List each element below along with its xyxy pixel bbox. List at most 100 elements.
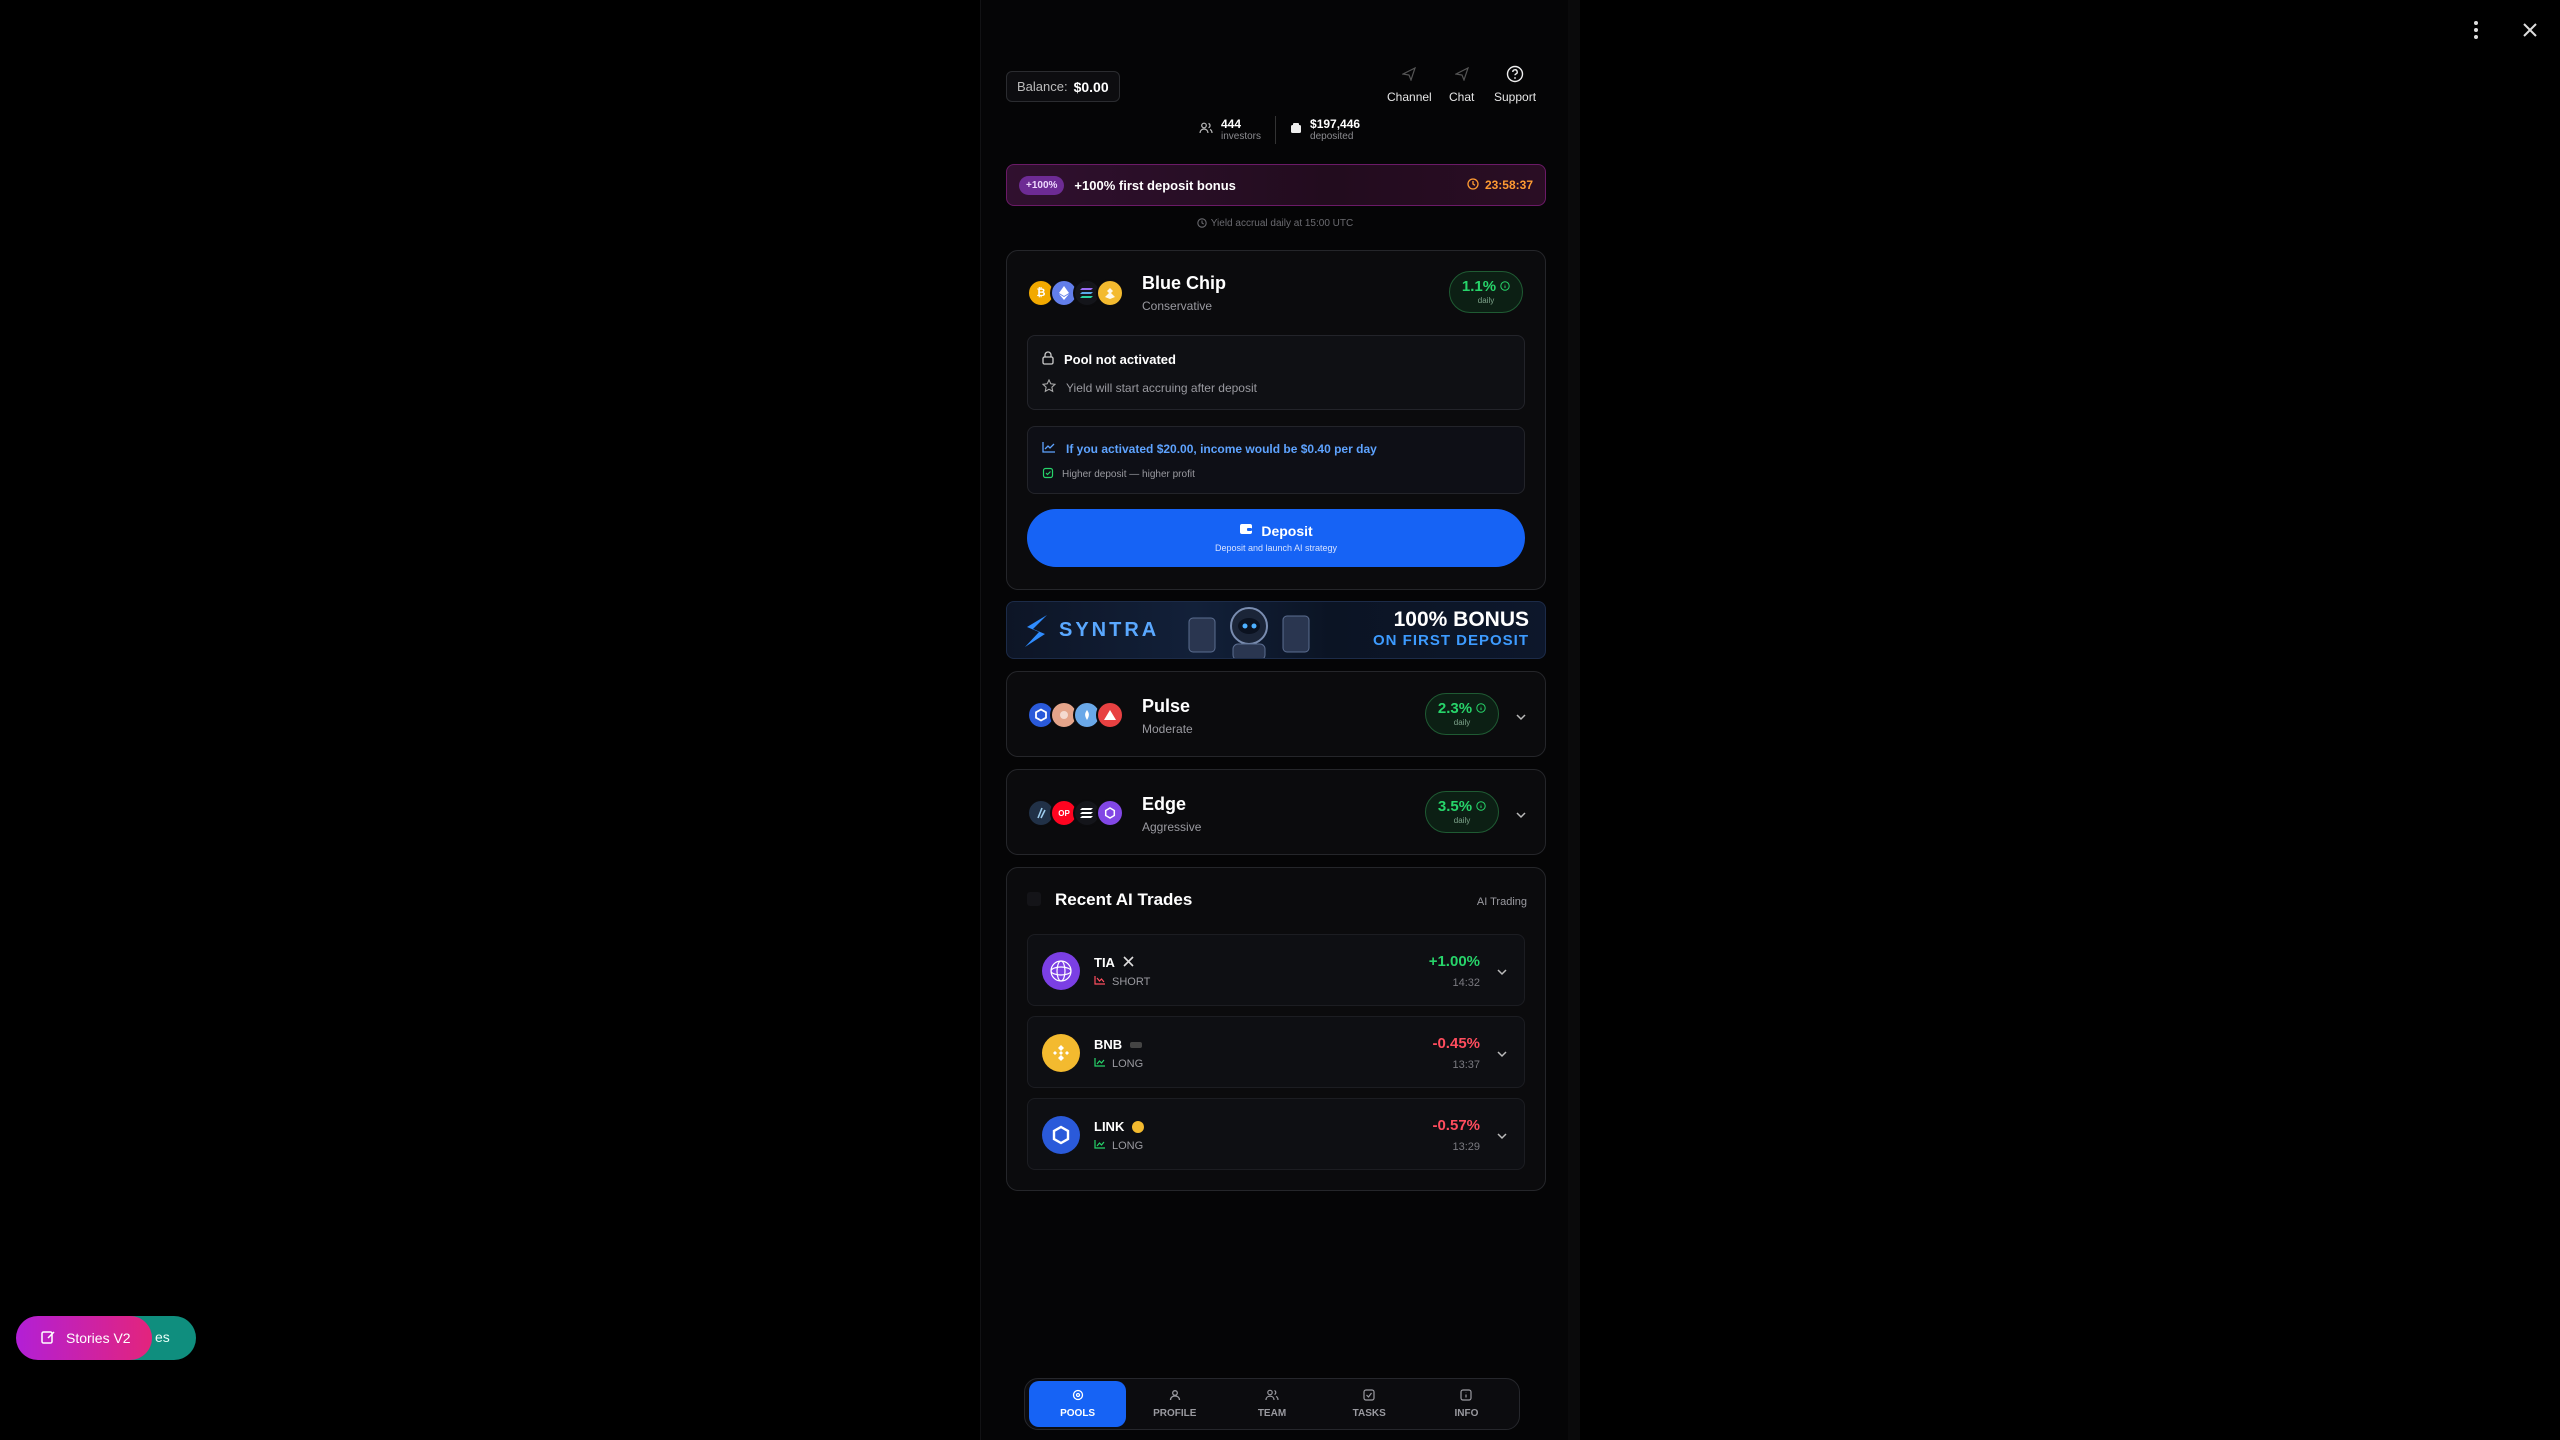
bonus-text: +100% first deposit bonus xyxy=(1074,177,1236,193)
stories-v2-label: Stories V2 xyxy=(66,1330,131,1346)
balance-label: Balance: xyxy=(1017,79,1068,94)
trade-time: 13:29 xyxy=(1452,1141,1480,1153)
chevron-down-icon[interactable] xyxy=(1515,708,1527,726)
trending-up-icon xyxy=(1094,1057,1106,1070)
projection-row: If you activated $20.00, income would be… xyxy=(1042,441,1377,456)
stats-divider xyxy=(1275,116,1277,144)
trending-up-icon xyxy=(1042,441,1056,456)
pool-risk: Conservative xyxy=(1142,299,1213,313)
chevron-down-icon[interactable] xyxy=(1515,806,1527,824)
tab-pools-label: POOLS xyxy=(1060,1408,1096,1419)
income-projection-box: If you activated $20.00, income would be… xyxy=(1027,426,1525,494)
pool-risk: Moderate xyxy=(1142,722,1193,736)
trade-side: LONG xyxy=(1112,1139,1144,1152)
trade-pnl: -0.57% xyxy=(1432,1117,1480,1134)
trade-side: LONG xyxy=(1112,1057,1144,1070)
pool-name: Pulse xyxy=(1142,696,1191,716)
tab-team[interactable]: TEAM xyxy=(1223,1381,1320,1427)
tab-profile[interactable]: PROFILE xyxy=(1126,1381,1223,1427)
pool-status-box: Pool not activated Yield will start accr… xyxy=(1027,335,1525,410)
tab-team-label: TEAM xyxy=(1257,1408,1287,1419)
pool-card-edge[interactable]: OP Edge Aggressive 3.5% daily xyxy=(1006,769,1546,855)
investors-label: investors xyxy=(1221,131,1262,142)
tab-tasks-label: TASKS xyxy=(1352,1408,1386,1419)
projection-text: If you activated $20.00, income would be… xyxy=(1066,441,1377,456)
pool-risk: Aggressive xyxy=(1142,820,1202,834)
pool-card-pulse[interactable]: Pulse Moderate 2.3% daily xyxy=(1006,671,1546,757)
pool-name: Blue Chip xyxy=(1142,273,1226,293)
matic-coin-icon xyxy=(1096,799,1124,827)
wallet-icon xyxy=(1290,121,1302,139)
nav-support[interactable]: Support xyxy=(1494,64,1536,104)
trade-time: 14:32 xyxy=(1452,977,1480,989)
chevron-down-icon[interactable] xyxy=(1496,963,1508,981)
x-exchange-icon xyxy=(1123,955,1134,970)
close-icon[interactable] xyxy=(2516,16,2544,44)
trending-down-icon xyxy=(1094,975,1106,988)
clock-icon xyxy=(1197,218,1207,231)
trade-row[interactable]: BNB LONG -0.45% 13:37 xyxy=(1027,1016,1525,1088)
trade-pnl: -0.45% xyxy=(1432,1035,1480,1052)
stories-back-label: es xyxy=(155,1329,170,1345)
nav-chat-label: Chat xyxy=(1449,90,1475,104)
promo-text-block: 100% BONUS ON FIRST DEPOSIT xyxy=(1373,608,1529,649)
app-scroll-rail[interactable] xyxy=(1568,0,1580,1440)
trade-row[interactable]: LINK LONG -0.57% 13:29 xyxy=(1027,1098,1525,1170)
pool-status-sub-row: Yield will start accruing after deposit xyxy=(1041,378,1257,396)
users-icon xyxy=(1265,1389,1279,1404)
promo-headline: 100% BONUS xyxy=(1393,608,1529,631)
projection-sub-row: Higher deposit — higher profit xyxy=(1042,467,1195,482)
pool-card-blue-chip: ₿ Blue Chip Conservative 1.1% daily Pool… xyxy=(1006,250,1546,590)
pool-rate-unit: daily xyxy=(1453,718,1471,727)
investors-value: 444 xyxy=(1221,117,1242,131)
pool-status-title-row: Pool not activated xyxy=(1042,351,1176,368)
balance-value: $0.00 xyxy=(1073,78,1109,95)
chevron-down-icon[interactable] xyxy=(1496,1045,1508,1063)
deposit-sub: Deposit and launch AI strategy xyxy=(1214,543,1338,553)
nav-chat[interactable]: Chat xyxy=(1449,64,1474,104)
activity-icon xyxy=(1027,892,1041,906)
tab-tasks[interactable]: TASKS xyxy=(1321,1381,1418,1427)
tab-info[interactable]: INFO xyxy=(1418,1381,1515,1427)
pool-coin-stack: OP xyxy=(1027,799,1124,827)
bnb-coin-icon xyxy=(1096,279,1124,307)
first-deposit-bonus-bar[interactable]: +100% +100% first deposit bonus 23:58:37 xyxy=(1006,164,1546,206)
pool-rate-value: 1.1% xyxy=(1461,278,1497,295)
pool-rate-badge[interactable]: 3.5% daily xyxy=(1425,791,1499,833)
trade-side: SHORT xyxy=(1112,975,1151,988)
stories-v2-button[interactable]: Stories V2 xyxy=(16,1316,152,1360)
projection-sub: Higher deposit — higher profit xyxy=(1062,469,1195,480)
checklist-icon xyxy=(1363,1389,1375,1404)
tab-pools[interactable]: POOLS xyxy=(1029,1381,1127,1427)
pool-rate-unit: daily xyxy=(1477,296,1495,305)
wallet-icon xyxy=(1239,522,1253,539)
syntra-brand: SYNTRA xyxy=(1059,619,1160,641)
pool-rate-badge[interactable]: 2.3% daily xyxy=(1425,693,1499,735)
pool-coin-stack xyxy=(1027,701,1124,729)
pool-status-title: Pool not activated xyxy=(1064,352,1176,367)
nav-support-label: Support xyxy=(1494,90,1537,104)
send-icon xyxy=(1452,64,1472,84)
bonus-timer: 23:58:37 xyxy=(1467,177,1533,193)
balance-chip[interactable]: Balance: $0.00 xyxy=(1006,71,1120,102)
trade-symbol: BNB xyxy=(1094,1037,1123,1052)
pool-rate-badge[interactable]: 1.1% daily xyxy=(1449,271,1523,313)
chevron-down-icon[interactable] xyxy=(1496,1127,1508,1145)
avax-coin-icon xyxy=(1096,701,1124,729)
trade-symbol: LINK xyxy=(1094,1119,1125,1134)
nav-channel[interactable]: Channel xyxy=(1387,64,1432,104)
syntra-promo-banner[interactable]: SYNTRA 100% BONUS ON FIRST DEPOSIT xyxy=(1006,601,1546,659)
star-icon xyxy=(1041,378,1057,396)
deposit-button[interactable]: Deposit Deposit and launch AI strategy xyxy=(1027,509,1525,567)
trade-symbol: TIA xyxy=(1094,955,1115,970)
more-vertical-icon[interactable] xyxy=(2462,16,2490,44)
pool-rate-value: 2.3% xyxy=(1437,700,1473,717)
pool-name: Edge xyxy=(1142,794,1187,814)
trade-row[interactable]: TIA SHORT +1.00% 14:32 xyxy=(1027,934,1525,1006)
deposited-stat: $197,446 deposited xyxy=(1290,117,1360,143)
info-icon xyxy=(1476,798,1486,815)
deposited-label: deposited xyxy=(1310,131,1354,142)
tia-coin-icon xyxy=(1042,952,1080,990)
exchange-badge-icon xyxy=(1130,1041,1143,1048)
link-coin-icon xyxy=(1042,1116,1080,1154)
